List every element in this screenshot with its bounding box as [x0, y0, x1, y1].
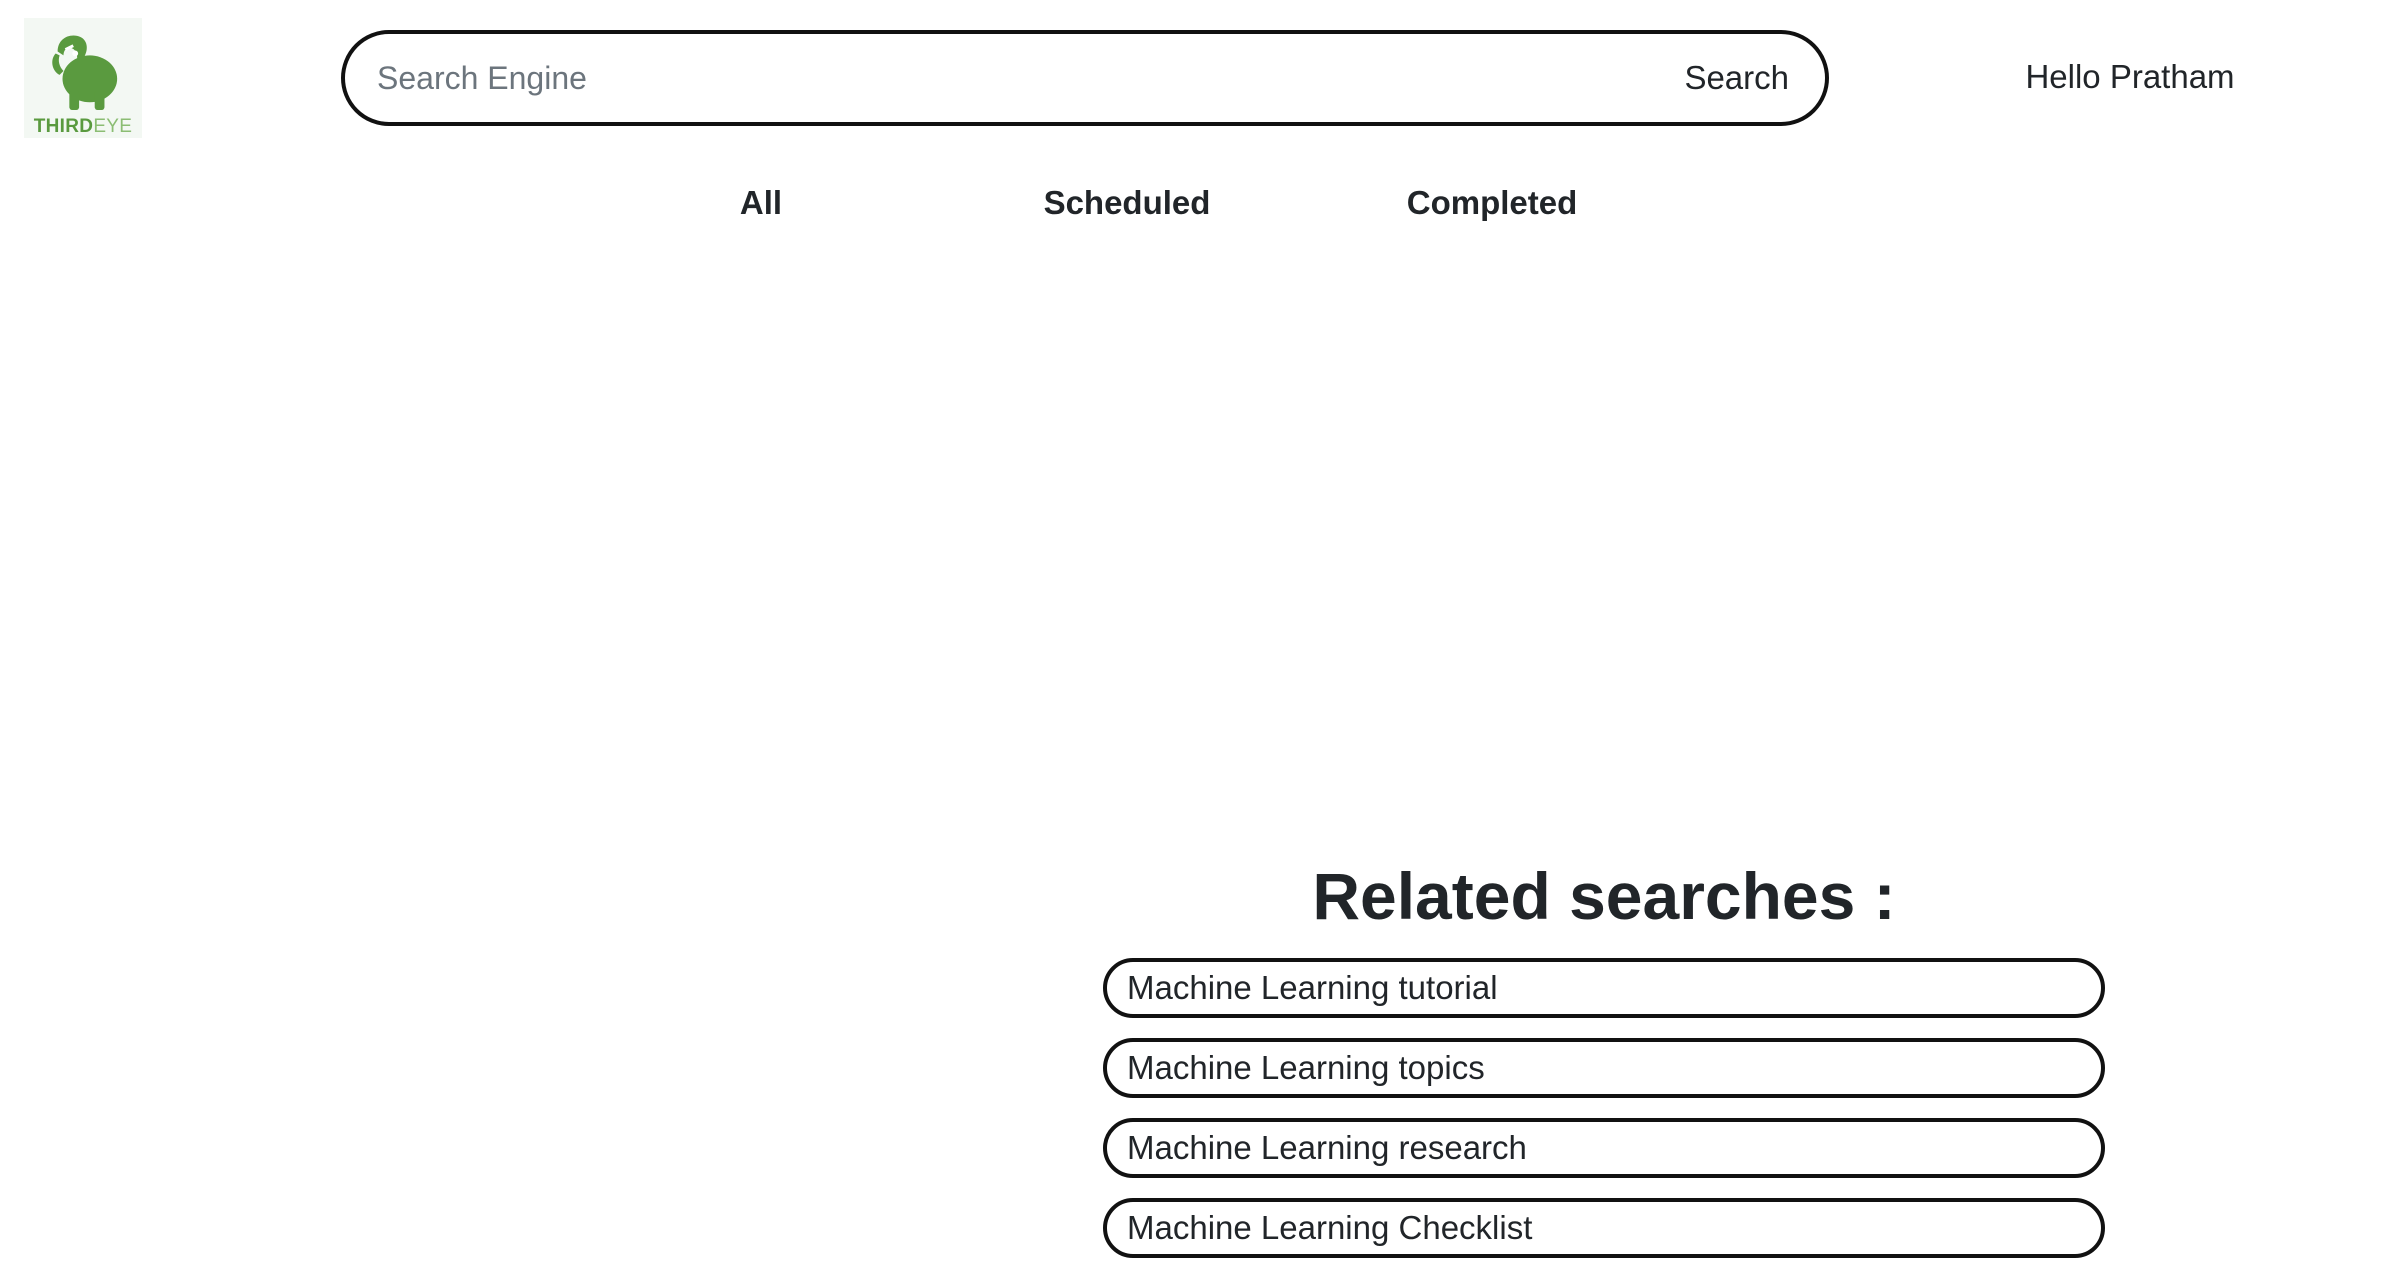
tab-scheduled[interactable]: Scheduled — [1044, 184, 1211, 222]
related-search-item[interactable]: Machine Learning Checklist — [1103, 1198, 2105, 1258]
logo-text-eye: EYE — [93, 116, 133, 137]
search-button[interactable]: Search — [1684, 59, 1789, 97]
related-search-item[interactable]: Machine Learning tutorial — [1103, 958, 2105, 1018]
search-bar: Search — [341, 30, 1829, 126]
logo-text: THIRDEYE — [34, 116, 132, 138]
related-searches-title: Related searches : — [1312, 859, 1896, 933]
user-greeting: Hello Pratham — [2025, 58, 2235, 95]
tab-completed[interactable]: Completed — [1407, 184, 1578, 222]
search-input[interactable] — [375, 47, 1685, 109]
tab-all[interactable]: All — [740, 184, 782, 222]
related-search-item[interactable]: Machine Learning research — [1103, 1118, 2105, 1178]
logo-text-third: THIRD — [33, 116, 94, 137]
related-search-item[interactable]: Machine Learning topics — [1103, 1038, 2105, 1098]
filter-tabs: All Scheduled Completed — [0, 184, 2406, 234]
related-searches: Related searches : Machine Learning tuto… — [1103, 856, 2105, 1278]
logo[interactable]: THIRDEYE — [24, 18, 142, 138]
elephant-icon — [52, 35, 118, 111]
